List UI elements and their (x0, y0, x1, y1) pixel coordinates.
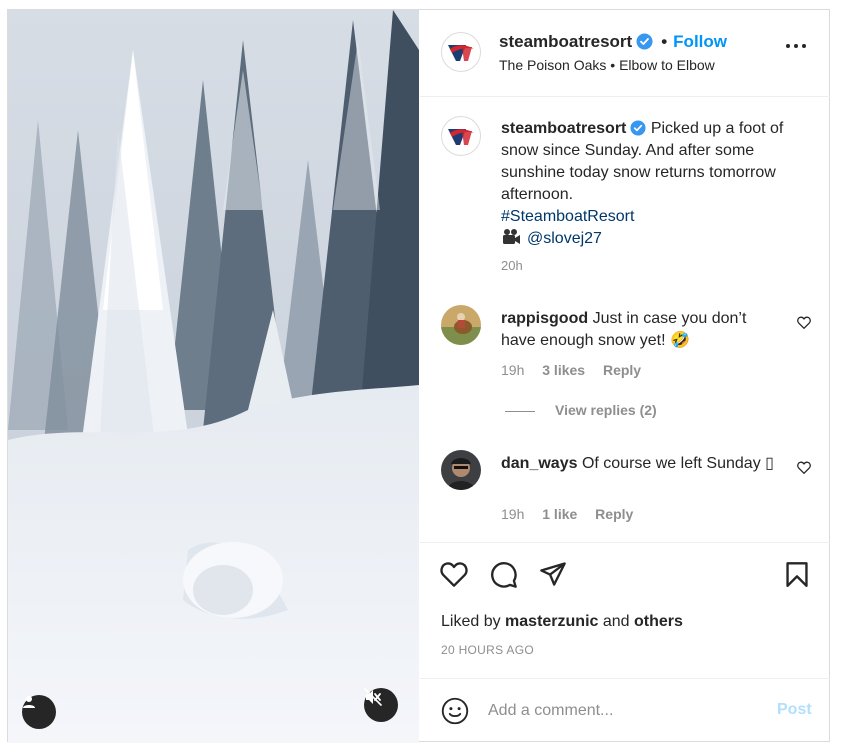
add-comment-bar: Post (420, 678, 830, 743)
post-comment-button[interactable]: Post (777, 701, 812, 719)
avatar[interactable] (441, 305, 481, 345)
avatar[interactable] (441, 450, 481, 490)
comment-username[interactable]: dan_ways (501, 455, 577, 472)
reply-button[interactable]: Reply (595, 506, 633, 522)
liked-by-user-link[interactable]: masterzunic (505, 613, 598, 630)
verified-badge-icon (636, 33, 653, 50)
liked-by: Liked by masterzunic and others (441, 613, 683, 631)
comment-likes[interactable]: 3 likes (542, 362, 585, 378)
comment-username[interactable]: rappisgood (501, 310, 588, 327)
post-actions: Liked by masterzunic and others 20 HOURS… (420, 542, 830, 678)
tagged-users-button[interactable] (22, 695, 56, 729)
follow-button[interactable]: Follow (673, 32, 727, 51)
post-dialog: steamboatresort • Follow The Poison Oaks … (7, 9, 830, 743)
mute-toggle-button[interactable] (364, 688, 398, 722)
person-icon (23, 696, 35, 708)
liked-by-others-link[interactable]: others (634, 613, 683, 630)
steamboat-logo-icon (448, 129, 474, 145)
comment-meta: 19h 3 likes Reply (501, 362, 655, 378)
avatar[interactable] (441, 32, 481, 72)
liked-by-and: and (602, 613, 630, 630)
steamboat-logo-icon (448, 45, 474, 61)
post-header: steamboatresort • Follow The Poison Oaks … (420, 10, 830, 97)
comment-time: 19h (501, 506, 525, 522)
caption-time: 20h (501, 258, 523, 273)
liked-by-prefix: Liked by (441, 613, 501, 630)
comment-input[interactable] (488, 698, 758, 724)
mention-link[interactable]: @slovej27 (527, 230, 602, 247)
header-username[interactable]: steamboatresort (499, 32, 632, 51)
post-timestamp[interactable]: 20 HOURS AGO (441, 643, 534, 657)
comment-time: 19h (501, 362, 525, 378)
like-heart-icon[interactable] (440, 561, 468, 587)
comment-likes[interactable]: 1 like (542, 506, 577, 522)
view-replies-label: View replies (2) (555, 402, 657, 418)
heart-outline-icon[interactable] (797, 461, 811, 474)
header-separator: • (661, 32, 668, 51)
emoji-icon[interactable] (441, 697, 469, 725)
heart-outline-icon[interactable] (797, 316, 811, 329)
post-video[interactable] (8, 10, 419, 743)
comment-meta: 19h 1 like Reply (501, 506, 647, 522)
speaker-muted-icon (364, 688, 382, 706)
comment-bubble-icon[interactable] (490, 561, 518, 589)
post-side-panel: steamboatresort • Follow The Poison Oaks … (420, 10, 830, 743)
caption-username[interactable]: steamboatresort (501, 120, 626, 137)
replies-divider (505, 410, 535, 412)
verified-badge-icon (630, 120, 646, 136)
comment-text: Of course we left Sunday ▯ (581, 455, 774, 472)
avatar[interactable] (441, 116, 481, 156)
hashtag-link[interactable]: #SteamboatResort (501, 208, 634, 225)
avatar-person-photo (441, 450, 481, 490)
snowy-forest-image (8, 10, 419, 743)
video-camera-icon (503, 229, 520, 244)
reply-button[interactable]: Reply (603, 362, 641, 378)
share-send-icon[interactable] (539, 561, 567, 587)
bookmark-icon[interactable] (785, 561, 809, 587)
view-replies-button[interactable]: View replies (2) (505, 402, 657, 418)
more-horizontal-icon[interactable] (786, 44, 806, 50)
location-link[interactable]: The Poison Oaks • Elbow to Elbow (499, 57, 715, 73)
avatar-horse-photo (441, 305, 481, 345)
